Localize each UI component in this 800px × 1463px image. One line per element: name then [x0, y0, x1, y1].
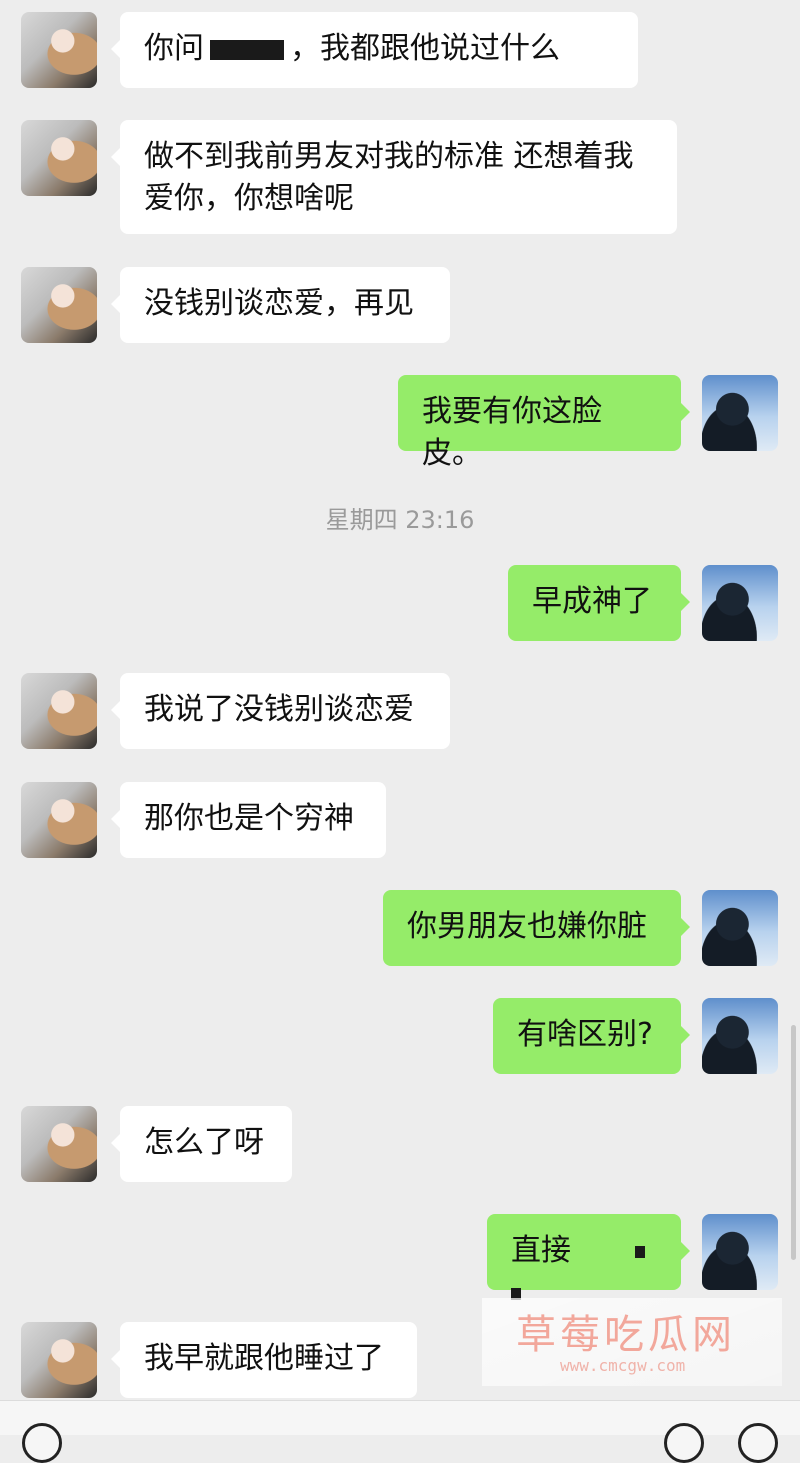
message-bubble-received[interactable]: 怎么了呀: [111, 1106, 292, 1182]
message-text-line: 爱你，你想啥呢: [144, 181, 354, 216]
message-text: 我早就跟他睡过了: [144, 1341, 384, 1376]
contact-avatar[interactable]: [21, 267, 97, 343]
message-bubble-sent[interactable]: 你男朋友也嫌你脏: [383, 890, 690, 966]
message-bubble-sent[interactable]: 早成神了: [508, 565, 690, 641]
my-avatar[interactable]: [702, 890, 778, 966]
scrollbar[interactable]: [791, 1025, 796, 1260]
message-bubble-sent[interactable]: 我要有你这脸皮。: [398, 375, 690, 471]
redaction-mark: [634, 1245, 645, 1258]
message-text: 我说了没钱别谈恋爱: [144, 692, 414, 727]
message-text: 有啥区别?: [517, 1017, 653, 1052]
message-bubble-received[interactable]: 你问 ，我都跟他说过什么: [111, 12, 638, 88]
contact-avatar[interactable]: [21, 1106, 97, 1182]
message-text: ，我都跟他说过什么: [290, 31, 560, 66]
watermark-url: www.cmcgw.com: [560, 1356, 686, 1375]
chat-area[interactable]: 你问 ，我都跟他说过什么 做不到我前男友对我的标准 还想着我 爱你，你想啥呢 没钱…: [0, 0, 800, 1434]
message-bubble-sent[interactable]: 直接: [487, 1214, 690, 1300]
voice-toggle-icon[interactable]: [22, 1423, 62, 1463]
contact-avatar[interactable]: [21, 12, 97, 88]
message-bubble-received[interactable]: 做不到我前男友对我的标准 还想着我 爱你，你想啥呢: [111, 120, 677, 234]
input-toolbar: [0, 1400, 800, 1463]
my-avatar[interactable]: [702, 375, 778, 451]
my-avatar[interactable]: [702, 998, 778, 1074]
message-text-line: 做不到我前男友对我的标准 还想着我: [144, 139, 634, 174]
message-bubble-received[interactable]: 我说了没钱别谈恋爱: [111, 673, 450, 749]
message-text: 没钱别谈恋爱，再见: [144, 286, 414, 321]
emoji-icon[interactable]: [664, 1423, 704, 1463]
message-text: 我要有你这脸皮。: [422, 394, 602, 471]
message-text: 早成神了: [532, 584, 652, 619]
watermark: 草莓吃瓜网 www.cmcgw.com: [482, 1298, 782, 1386]
message-bubble-received[interactable]: 我早就跟他睡过了: [111, 1322, 417, 1398]
contact-avatar[interactable]: [21, 782, 97, 858]
message-text: 直接: [511, 1233, 571, 1268]
message-text: 怎么了呀: [144, 1125, 264, 1160]
contact-avatar[interactable]: [21, 120, 97, 196]
message-bubble-received[interactable]: 没钱别谈恋爱，再见: [111, 267, 450, 343]
message-text: 那你也是个穷神: [144, 801, 354, 836]
message-text: 你问: [144, 31, 204, 66]
contact-avatar[interactable]: [21, 673, 97, 749]
my-avatar[interactable]: [702, 1214, 778, 1290]
contact-avatar[interactable]: [21, 1322, 97, 1398]
watermark-title: 草莓吃瓜网: [516, 1312, 736, 1358]
message-bubble-sent[interactable]: 有啥区别?: [493, 998, 690, 1074]
message-bubble-received[interactable]: 那你也是个穷神: [111, 782, 386, 858]
time-divider: 星期四 23:16: [325, 506, 475, 534]
my-avatar[interactable]: [702, 565, 778, 641]
redaction-mark: [210, 39, 284, 60]
more-plus-icon[interactable]: [738, 1423, 778, 1463]
message-text: 你男朋友也嫌你脏: [407, 909, 647, 944]
